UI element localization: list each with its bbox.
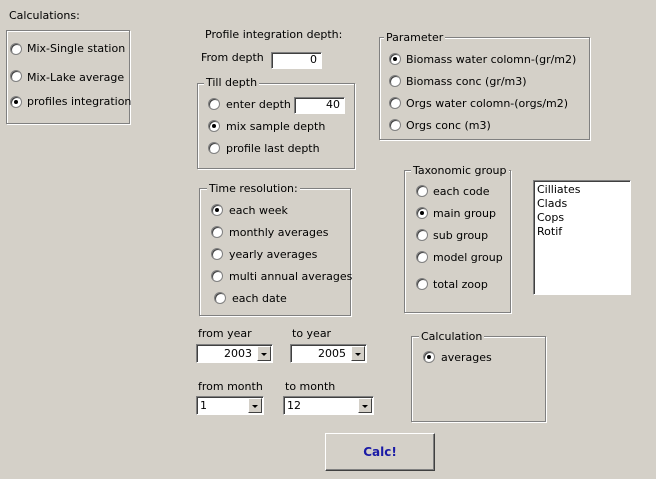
- to-month-label: to month: [285, 380, 336, 393]
- list-item[interactable]: Cops: [537, 211, 564, 225]
- radio-enter-depth[interactable]: [208, 98, 220, 110]
- calc-button[interactable]: Calc!: [325, 433, 435, 471]
- radio-profile-last-depth[interactable]: [208, 142, 220, 154]
- from-month-value: 1: [200, 399, 207, 412]
- calculation-title: Calculation: [419, 330, 485, 343]
- radio-label[interactable]: Biomass water colomn-(gr/m2): [406, 53, 576, 66]
- radio-orgs-water-column[interactable]: [389, 97, 401, 109]
- taxonomic-title: Taxonomic group: [411, 164, 509, 177]
- radio-mix-lake-average[interactable]: [10, 70, 22, 82]
- radio-averages[interactable]: [423, 351, 435, 363]
- radio-label[interactable]: each week: [229, 204, 288, 217]
- radio-model-group[interactable]: [416, 251, 428, 263]
- radio-yearly-averages[interactable]: [211, 248, 223, 260]
- radio-multi-annual-averages[interactable]: [211, 270, 223, 282]
- from-month-combo[interactable]: 1: [196, 396, 264, 415]
- from-depth-label: From depth: [201, 51, 264, 64]
- radio-each-week[interactable]: [211, 204, 223, 216]
- radio-label[interactable]: multi annual averages: [229, 270, 352, 283]
- radio-label[interactable]: monthly averages: [229, 226, 329, 239]
- chevron-down-icon[interactable]: [358, 398, 372, 413]
- radio-label[interactable]: each code: [433, 185, 490, 198]
- from-year-combo[interactable]: 2003: [196, 344, 273, 363]
- list-item[interactable]: Cilliates: [537, 183, 580, 197]
- radio-biomass-water-column[interactable]: [389, 53, 401, 65]
- parameter-title: Parameter: [384, 31, 446, 44]
- to-month-value: 12: [287, 399, 301, 412]
- to-month-combo[interactable]: 12: [283, 396, 374, 415]
- radio-label[interactable]: Mix-Single station: [27, 42, 125, 55]
- calculations-title: Calculations:: [9, 9, 80, 22]
- enter-depth-input[interactable]: 40: [294, 97, 345, 114]
- from-depth-input[interactable]: 0: [271, 52, 322, 69]
- chevron-down-icon[interactable]: [248, 398, 262, 413]
- radio-label[interactable]: mix sample depth: [226, 120, 325, 133]
- radio-label[interactable]: main group: [433, 207, 496, 220]
- radio-sub-group[interactable]: [416, 229, 428, 241]
- to-year-combo[interactable]: 2005: [290, 344, 367, 363]
- radio-total-zoop[interactable]: [416, 278, 428, 290]
- radio-label[interactable]: Orgs conc (m3): [406, 119, 491, 132]
- chevron-down-icon[interactable]: [257, 346, 271, 361]
- from-month-label: from month: [198, 380, 263, 393]
- radio-label[interactable]: sub group: [433, 229, 488, 242]
- from-year-label: from year: [198, 327, 252, 340]
- radio-label[interactable]: averages: [441, 351, 492, 364]
- radio-label[interactable]: total zoop: [433, 278, 488, 291]
- to-year-value: 2005: [318, 347, 346, 360]
- radio-label[interactable]: Orgs water colomn-(orgs/m2): [406, 97, 568, 110]
- radio-label[interactable]: yearly averages: [229, 248, 317, 261]
- radio-mix-single-station[interactable]: [10, 43, 22, 55]
- radio-biomass-conc[interactable]: [389, 75, 401, 87]
- profile-title: Profile integration depth:: [205, 28, 343, 41]
- list-item[interactable]: Clads: [537, 197, 567, 211]
- chevron-down-icon[interactable]: [351, 346, 365, 361]
- till-depth-title: Till depth: [204, 76, 260, 89]
- radio-label[interactable]: enter depth: [226, 98, 291, 111]
- radio-each-code[interactable]: [416, 185, 428, 197]
- radio-label[interactable]: model group: [433, 251, 503, 264]
- list-item[interactable]: Rotif: [537, 225, 562, 239]
- radio-profiles-integration[interactable]: [10, 96, 22, 108]
- radio-main-group[interactable]: [416, 207, 428, 219]
- groups-listbox[interactable]: Cilliates Clads Cops Rotif: [533, 180, 631, 295]
- radio-label[interactable]: profile last depth: [226, 142, 320, 155]
- radio-label[interactable]: profiles integration: [27, 95, 131, 108]
- calculation-group: [411, 336, 546, 422]
- radio-label[interactable]: Mix-Lake average: [27, 71, 124, 84]
- radio-orgs-conc[interactable]: [389, 119, 401, 131]
- time-resolution-title: Time resolution:: [207, 182, 300, 195]
- radio-label[interactable]: each date: [232, 292, 287, 305]
- from-year-value: 2003: [224, 347, 252, 360]
- radio-monthly-averages[interactable]: [211, 226, 223, 238]
- radio-mix-sample-depth[interactable]: [208, 120, 220, 132]
- to-year-label: to year: [292, 327, 332, 340]
- radio-label[interactable]: Biomass conc (gr/m3): [406, 75, 527, 88]
- radio-each-date[interactable]: [214, 292, 226, 304]
